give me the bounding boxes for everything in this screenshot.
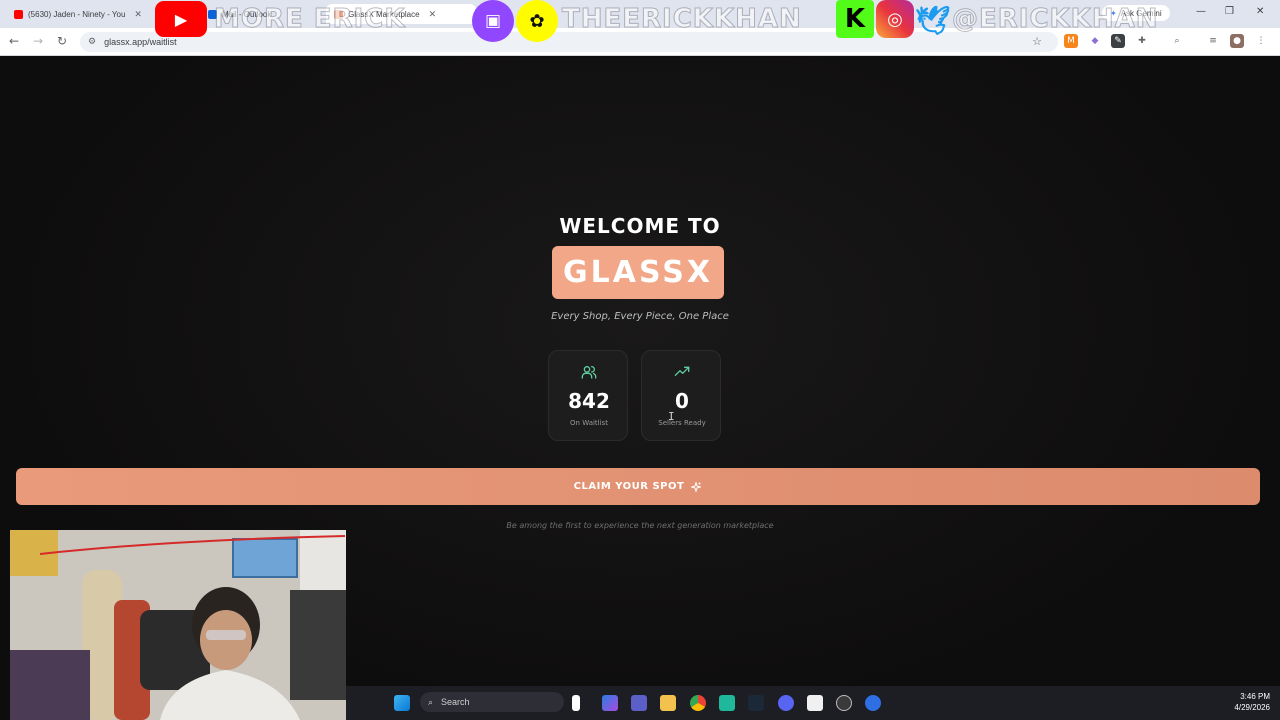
- bookmark-star-icon[interactable]: ☆: [1032, 35, 1042, 48]
- notepad-icon[interactable]: [807, 695, 823, 711]
- extensions-puzzle-icon[interactable]: ✚: [1135, 34, 1149, 48]
- twitter-icon: 🕊: [915, 3, 951, 37]
- restore-button[interactable]: ❐: [1225, 6, 1234, 17]
- overlay-handle-right: @ERICKKHAN: [951, 4, 1159, 35]
- overlay-text-left: MORE ERICK: [214, 4, 406, 35]
- twitch-icon: ▣: [472, 0, 514, 42]
- cta-subtext: Be among the first to experience the nex…: [506, 521, 774, 530]
- app-icon[interactable]: [719, 695, 735, 711]
- tagline: Every Shop, Every Piece, One Place: [551, 311, 729, 322]
- sellers-label: Sellers Ready: [658, 419, 706, 427]
- youtube-favicon-icon: [14, 9, 23, 19]
- browser-app-icon[interactable]: [865, 695, 881, 711]
- sellers-count: 0: [675, 389, 689, 413]
- back-icon[interactable]: ←: [9, 34, 19, 48]
- snapchat-icon: ✿: [516, 0, 558, 42]
- site-info-icon[interactable]: ⚙: [88, 37, 96, 47]
- clock-date: 4/29/2026: [1234, 703, 1270, 712]
- copilot-icon[interactable]: [602, 695, 618, 711]
- minimize-button[interactable]: —: [1196, 6, 1206, 17]
- close-window-button[interactable]: ✕: [1256, 6, 1264, 17]
- text-cursor-icon: I: [668, 410, 675, 423]
- address-bar[interactable]: ⚙ glassx.app/waitlist ☆: [80, 32, 1058, 52]
- start-windows-icon[interactable]: [394, 695, 410, 711]
- welcome-heading: WELCOME TO: [559, 214, 721, 238]
- stat-card-sellers: 0 Sellers Ready: [641, 350, 721, 441]
- tab-close-icon[interactable]: ✕: [134, 9, 142, 20]
- forward-icon[interactable]: →: [33, 34, 43, 48]
- reading-list-icon[interactable]: ≡: [1206, 34, 1220, 48]
- clock-time: 3:46 PM: [1240, 692, 1270, 701]
- webcam-feed: [10, 530, 346, 720]
- steam-icon[interactable]: [748, 695, 764, 711]
- tab-close-icon[interactable]: ✕: [429, 9, 437, 20]
- reload-icon[interactable]: ↻: [57, 34, 67, 48]
- search-icon: ⌕: [428, 696, 434, 707]
- users-icon: [549, 364, 629, 380]
- taskbar-search[interactable]: ⌕ Search: [420, 692, 564, 712]
- sparkle-icon: [691, 481, 702, 492]
- brand-logo: GLASSX: [552, 246, 724, 299]
- claim-spot-button[interactable]: CLAIM YOUR SPOT: [16, 468, 1260, 505]
- tab-youtube[interactable]: (5630) Jaden - Ninety - You ✕: [6, 4, 156, 24]
- obs-icon[interactable]: [836, 695, 852, 711]
- stat-card-waitlist: 842 On Waitlist: [548, 350, 628, 441]
- menu-kebab-icon[interactable]: ⋮: [1254, 34, 1268, 48]
- profile-avatar-icon[interactable]: ●: [1230, 34, 1244, 48]
- edit-extension-icon[interactable]: ✎: [1111, 34, 1125, 48]
- tab-label: (5630) Jaden - Ninety - You: [28, 9, 126, 19]
- url-text: glassx.app/waitlist: [104, 37, 177, 47]
- chrome-icon[interactable]: [690, 695, 706, 711]
- tab-search-icon[interactable]: ⌕: [1170, 34, 1184, 48]
- youtube-icon: ▶: [155, 1, 207, 37]
- webcam-illustration: [10, 530, 346, 720]
- screen: (5630) Jaden - Ninety - You ✕ Mail - Out…: [0, 0, 1280, 720]
- discord-icon[interactable]: [778, 695, 794, 711]
- taskbar-search-label: Search: [441, 697, 470, 707]
- instagram-icon: ◎: [876, 0, 914, 38]
- waitlist-count: 842: [568, 389, 610, 413]
- metamask-extension-icon[interactable]: M: [1064, 34, 1078, 48]
- os-taskbar: ⌕ Search 3:46 PM 4/29/2026: [346, 686, 1280, 720]
- extension-icon[interactable]: ◆: [1088, 34, 1102, 48]
- taskbar-clock[interactable]: 3:46 PM 4/29/2026: [1234, 691, 1270, 713]
- task-view-icon[interactable]: [572, 695, 580, 711]
- claim-spot-label: CLAIM YOUR SPOT: [573, 481, 685, 492]
- kick-icon: K: [836, 0, 874, 38]
- waitlist-label: On Waitlist: [570, 419, 608, 427]
- teams-icon[interactable]: [631, 695, 647, 711]
- file-explorer-icon[interactable]: [660, 695, 676, 711]
- overlay-handle-mid: THEERICKKHAN: [562, 4, 802, 35]
- trending-up-icon: [642, 364, 722, 380]
